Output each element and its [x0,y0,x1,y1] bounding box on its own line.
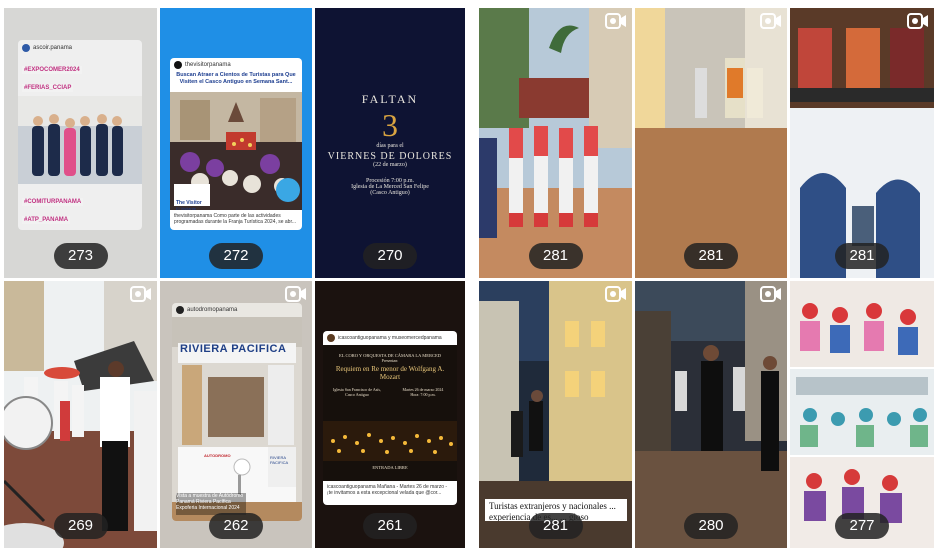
view-count-badge: 277 [835,513,889,539]
reels-icon [285,286,306,302]
view-count-badge: 262 [209,513,263,539]
reels-icon [130,286,151,302]
post-caption: icascoantiguopanama Mañana - Martes 26 d… [327,484,448,496]
riviera-logo: RIVIERA PACIFICA [270,455,289,465]
post-tile-requiem[interactable]: icascoantiguopanama y museomercedpanama … [315,281,465,548]
handle-text: thevisitorpanama [185,62,231,68]
left-post-grid: ascoir.panama #EXPOCOMER2024 #FERIAS_CCI… [4,8,465,548]
brand-banner: RIVIERA PACIFICA [180,343,287,355]
procession-photo [170,92,302,210]
post-tile-band-reel[interactable]: 269 [4,281,157,548]
poster-when: Martes 26 de marzo 2024 Hora: 7:00 p.m. [402,387,444,397]
event-date: (22 de marzo) [373,162,407,168]
district-name: (Casco Antiguo) [370,190,410,196]
story-handle: ascoir.panama [18,40,142,56]
story-handle: icascoantiguopanama y museomercedpanama [323,331,457,345]
street-procession-photo [635,8,787,278]
event-name: VIERNES DE DOLORES [327,151,453,162]
days-text: días para el [376,143,404,149]
hashtag: #ATP_PANAMA [22,216,71,224]
faltan-heading: FALTAN [361,92,419,106]
story-handle: autodromopanama [172,303,302,317]
booth-note: Vista a muestra de Autódromo Panamá Rivi… [176,493,246,515]
view-count-badge: 272 [209,243,263,269]
avatar [176,306,184,314]
view-count-badge: 281 [835,243,889,269]
hashtag: #EXPOCOMER2024 [22,66,82,74]
visitor-logo-line2: El Visitante [176,206,196,211]
post-tile-night-procession[interactable]: 280 [635,281,787,548]
headline: Buscan Atraer a Cientos de Turistas para… [176,72,296,85]
palm-procession-photo [479,8,632,278]
colonial-building-photo [790,8,934,278]
view-count-badge: 281 [528,513,583,539]
poster-venue: Iglesia San Francisco de Asís, Casco Ant… [333,387,381,397]
view-count-badge: 280 [684,513,738,539]
reels-icon [605,13,626,29]
reels-icon [907,13,928,29]
post-tile-palm-procession[interactable]: 281 [479,8,632,278]
autodromo-logo: AUTODROMO [204,453,231,458]
avatar [327,334,335,342]
post-tile-street-procession[interactable]: 281 [635,8,787,278]
view-count-badge: 270 [363,243,417,269]
post-tile-night-street[interactable]: Turistas extranjeros y nacionales ... ex… [479,281,632,548]
view-count-badge: 261 [363,513,417,539]
night-procession-photo [635,281,787,548]
avatar [22,44,30,52]
poster-title: Requiem en Re menor de Wolfgang A. Mozar… [335,365,445,381]
candles-image [323,421,457,461]
story-card: thevisitorpanama Buscan Atraer a Cientos… [170,58,302,230]
post-tile-viernes-dolores[interactable]: FALTAN 3 días para el VIERNES DE DOLORES… [315,8,465,278]
view-count-badge: 273 [53,243,108,269]
hashtag: #COMITURPANAMA [22,198,84,206]
post-tile-expocomer[interactable]: ascoir.panama #EXPOCOMER2024 #FERIAS_CCI… [4,8,157,278]
days-number: 3 [382,107,398,143]
street-band-photo [4,281,157,548]
handle-text: icascoantiguopanama y museomercedpanama [338,335,442,341]
post-tile-colonial-building[interactable]: 281 [790,8,934,278]
view-count-badge: 281 [528,243,583,269]
workshop-collage-photo [790,281,934,548]
view-count-badge: 269 [53,513,108,539]
post-tile-riviera-pacifica[interactable]: autodromopanama RIVIERA PACIFICA AUTODRO… [160,281,312,548]
story-card: ascoir.panama #EXPOCOMER2024 #FERIAS_CCI… [18,40,142,230]
poster: EL CORO Y ORQUESTA DE CÁMARA LA MERCED P… [323,345,457,481]
post-tile-workshop-collage[interactable]: 277 [790,281,934,548]
handle-text: ascoir.panama [33,45,73,51]
group-photo [18,96,142,184]
reels-icon [605,286,626,302]
avatar [174,61,182,69]
reels-icon [760,13,781,29]
story-card: autodromopanama RIVIERA PACIFICA AUTODRO… [172,303,302,521]
poster-entrada: ENTRADA LIBRE [372,465,408,470]
handle-text: autodromopanama [187,307,238,313]
right-post-grid: 281 281 281 Turistas extranjeros y nacio… [479,8,934,548]
view-count-badge: 281 [684,243,738,269]
story-handle: thevisitorpanama [170,58,302,72]
hashtag: #FERIAS_CCIAP [22,84,74,92]
reels-icon [760,286,781,302]
post-caption: thevisitorpanama Como parte de las activ… [174,213,297,224]
post-tile-thevisitor[interactable]: thevisitorpanama Buscan Atraer a Cientos… [160,8,312,278]
story-card: icascoantiguopanama y museomercedpanama … [323,331,457,505]
